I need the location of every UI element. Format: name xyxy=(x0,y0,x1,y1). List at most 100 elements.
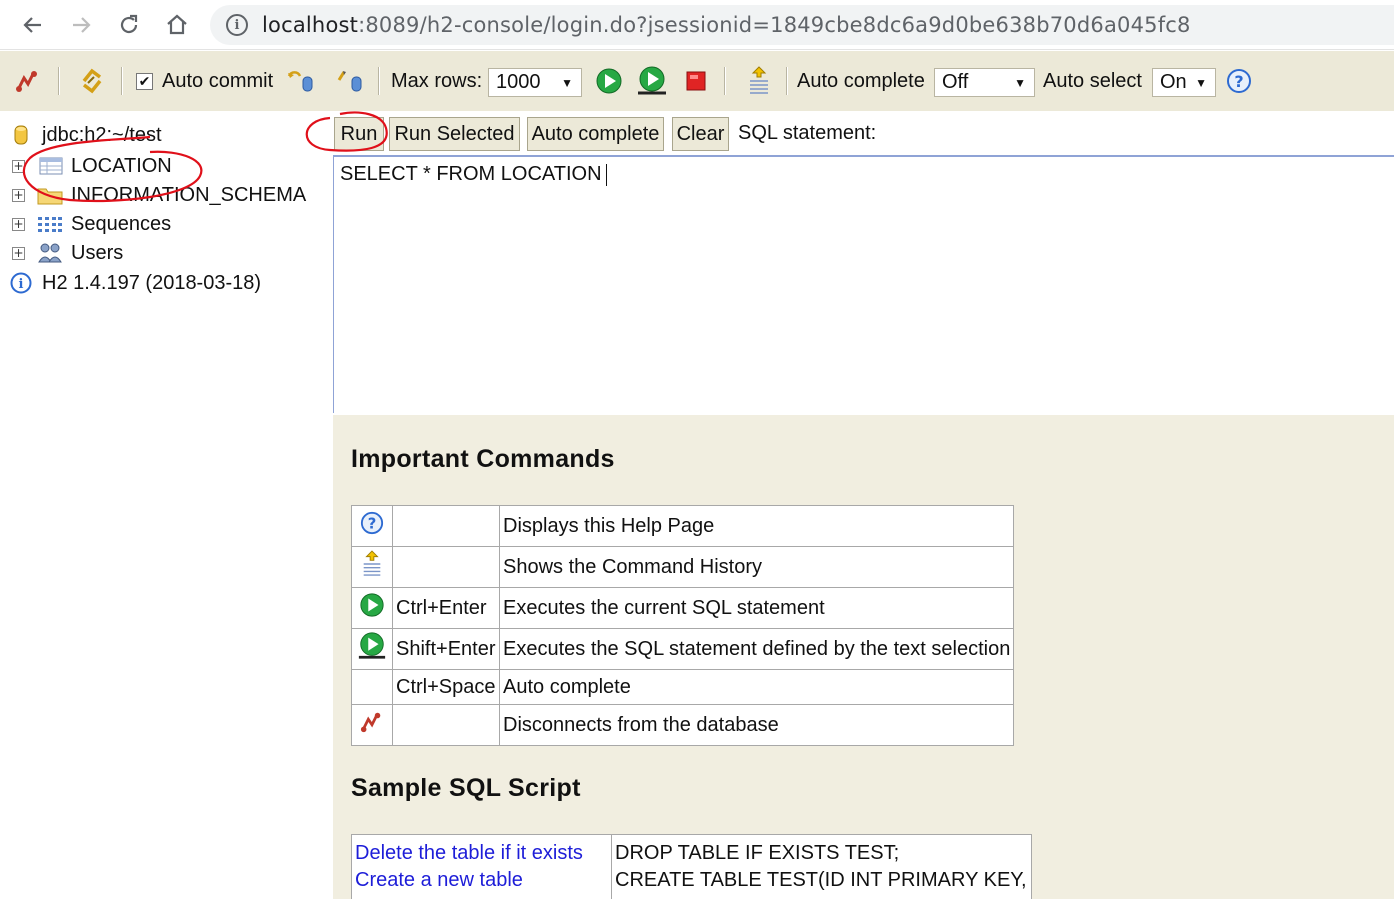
run-icon xyxy=(596,68,622,94)
sequences-icon xyxy=(38,217,62,232)
auto-complete-label: Auto complete xyxy=(797,69,925,92)
table-row: Disconnects from the database xyxy=(351,704,1015,746)
expand-icon[interactable]: + xyxy=(12,188,25,202)
command-desc: Shows the Command History xyxy=(498,546,1015,588)
auto-select-select[interactable]: On ▼ xyxy=(1152,68,1216,97)
sql-text: SELECT * FROM LOCATION xyxy=(340,163,607,186)
max-rows-select[interactable]: 1000 ▼ xyxy=(488,68,582,97)
disconnect-icon xyxy=(16,71,37,92)
sample-sql-table: Delete the table if it exists Create a n… xyxy=(351,834,1032,899)
tree-item-location[interactable]: + LOCATION xyxy=(12,151,172,181)
command-desc: Auto complete xyxy=(498,669,1015,705)
sample-links-cell: Delete the table if it exists Create a n… xyxy=(351,834,612,899)
expand-icon[interactable]: + xyxy=(12,159,25,173)
history-toolbar-button[interactable] xyxy=(746,51,772,111)
table-cell xyxy=(351,587,393,629)
forward-arrow-icon xyxy=(73,17,91,33)
sql-editor[interactable]: SELECT * FROM LOCATION xyxy=(333,155,1394,413)
auto-complete-button[interactable]: Auto complete xyxy=(527,117,664,151)
dropdown-arrow-icon: ▼ xyxy=(1195,76,1207,90)
reload-icon xyxy=(120,14,138,34)
disconnect-icon xyxy=(360,712,381,733)
important-commands-heading: Important Commands xyxy=(351,445,615,473)
help-toolbar-button[interactable]: ? xyxy=(1226,51,1252,111)
max-rows-label: Max rows: xyxy=(391,69,483,92)
forward-button[interactable] xyxy=(64,8,98,42)
command-desc: Disconnects from the database xyxy=(498,704,1015,746)
home-button[interactable] xyxy=(160,8,194,42)
command-key xyxy=(392,505,500,547)
connection-label: jdbc:h2:~/test xyxy=(42,123,162,146)
back-arrow-icon xyxy=(23,17,41,33)
run-icon xyxy=(360,593,384,617)
sample-link-delete-table[interactable]: Delete the table if it exists xyxy=(355,840,608,867)
h2-toolbar: ✔ Auto commit Max rows: 1000 ▼ Auto comp… xyxy=(0,51,1394,111)
clear-button[interactable]: Clear xyxy=(672,117,729,151)
command-key xyxy=(392,546,500,588)
auto-select-label: Auto select xyxy=(1043,69,1142,92)
sample-code-line: CREATE TABLE TEST(ID INT PRIMARY KEY, xyxy=(615,869,1027,891)
reload-button[interactable] xyxy=(112,8,146,42)
table-cell: ? xyxy=(351,505,393,547)
command-key: Ctrl+Enter xyxy=(392,587,500,629)
help-icon: ? xyxy=(1227,69,1251,93)
command-desc: Displays this Help Page xyxy=(498,505,1015,547)
cancel-toolbar-button[interactable] xyxy=(685,51,707,111)
run-selected-toolbar-button[interactable] xyxy=(636,51,668,111)
run-selected-icon xyxy=(358,632,386,659)
text-caret xyxy=(605,163,607,186)
dropdown-arrow-icon: ▼ xyxy=(561,76,573,90)
table-row: Shows the Command History xyxy=(351,546,1015,588)
sample-sql-heading: Sample SQL Script xyxy=(351,774,581,802)
expand-icon[interactable]: + xyxy=(12,246,25,260)
table-icon xyxy=(39,157,63,175)
database-icon xyxy=(14,125,28,145)
table-cell xyxy=(351,669,393,705)
sample-link-create-table[interactable]: Create a new table xyxy=(355,867,608,894)
tree-version: i H2 1.4.197 (2018-03-18) xyxy=(10,268,261,298)
svg-text:?: ? xyxy=(1234,72,1243,91)
run-selected-button[interactable]: Run Selected xyxy=(389,117,520,151)
auto-commit-checkbox[interactable]: ✔ xyxy=(136,72,153,90)
run-selected-icon xyxy=(638,66,666,95)
command-key: Shift+Enter xyxy=(392,628,500,670)
back-button[interactable] xyxy=(16,8,50,42)
toolbar-separator xyxy=(786,67,788,95)
commit-button[interactable] xyxy=(335,51,365,111)
sql-statement-label: SQL statement: xyxy=(738,121,877,144)
info-icon: i xyxy=(10,272,32,294)
auto-commit-label: Auto commit xyxy=(162,69,274,92)
info-icon[interactable]: i xyxy=(226,14,248,36)
refresh-icon xyxy=(82,68,102,94)
table-row: Ctrl+Enter Executes the current SQL stat… xyxy=(351,587,1015,629)
run-toolbar-button[interactable] xyxy=(595,51,623,111)
dropdown-arrow-icon: ▼ xyxy=(1014,76,1026,90)
command-desc: Executes the current SQL statement xyxy=(498,587,1015,629)
svg-text:?: ? xyxy=(368,516,377,533)
auto-complete-select[interactable]: Off ▼ xyxy=(934,68,1035,97)
tree-connection[interactable]: jdbc:h2:~/test xyxy=(12,120,162,150)
disconnect-button[interactable] xyxy=(14,51,42,111)
tree-item-label: INFORMATION_SCHEMA xyxy=(71,183,307,206)
tree-item-information-schema[interactable]: + INFORMATION_SCHEMA xyxy=(12,180,306,210)
svg-text:i: i xyxy=(19,277,24,292)
tree-item-users[interactable]: + Users xyxy=(12,238,123,268)
tree-item-sequences[interactable]: + Sequences xyxy=(12,209,171,239)
refresh-button[interactable] xyxy=(78,51,106,111)
rollback-button[interactable] xyxy=(286,51,316,111)
table-cell xyxy=(351,546,393,588)
home-icon xyxy=(167,14,187,35)
command-key xyxy=(392,704,500,746)
toolbar-separator xyxy=(724,67,726,95)
help-panel: Important Commands ? Displays this Help … xyxy=(333,415,1394,899)
sample-code-line: DROP TABLE IF EXISTS TEST; xyxy=(615,842,900,864)
table-cell xyxy=(351,628,393,670)
expand-icon[interactable]: + xyxy=(12,217,25,231)
auto-commit-toggle[interactable]: ✔ Auto commit xyxy=(136,51,273,111)
toolbar-separator xyxy=(58,67,60,95)
schema-tree: jdbc:h2:~/test + LOCATION + INFORMATION_… xyxy=(0,111,333,899)
run-button[interactable]: Run xyxy=(334,117,384,151)
version-label: H2 1.4.197 (2018-03-18) xyxy=(42,271,262,294)
history-icon xyxy=(363,550,381,576)
address-bar[interactable]: i localhost:8089/h2-console/login.do?jse… xyxy=(210,5,1394,45)
